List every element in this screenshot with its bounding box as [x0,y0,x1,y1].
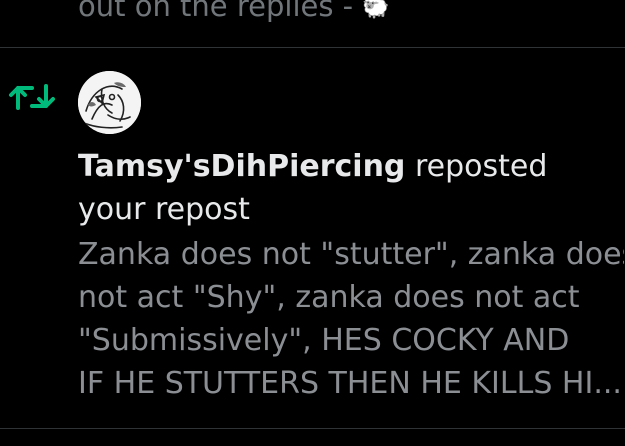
divider [0,47,625,48]
username-link[interactable]: Tamsy'sDihPiercing [78,149,405,184]
quoted-line: Zanka does not "stutter", zanka does [78,237,624,272]
divider [0,428,625,429]
quoted-post[interactable]: Zanka does not "stutter", zanka does not… [78,233,624,405]
sheep-emoji: 🐑 [362,0,390,20]
quoted-line: IF HE STUTTERS THEN HE KILLS HI... [78,366,622,401]
quoted-line: "Submissively", HES COCKY AND [78,323,570,358]
previous-post-tail[interactable]: out on the replies - 🐑 [78,0,390,26]
repost-icon [8,78,56,116]
previous-post-text: out on the replies - [78,0,354,23]
notification-text[interactable]: Tamsy'sDihPiercing reposted your repost [78,145,618,231]
quoted-line: not act "Shy", zanka does not act [78,280,580,315]
avatar[interactable] [78,71,141,134]
